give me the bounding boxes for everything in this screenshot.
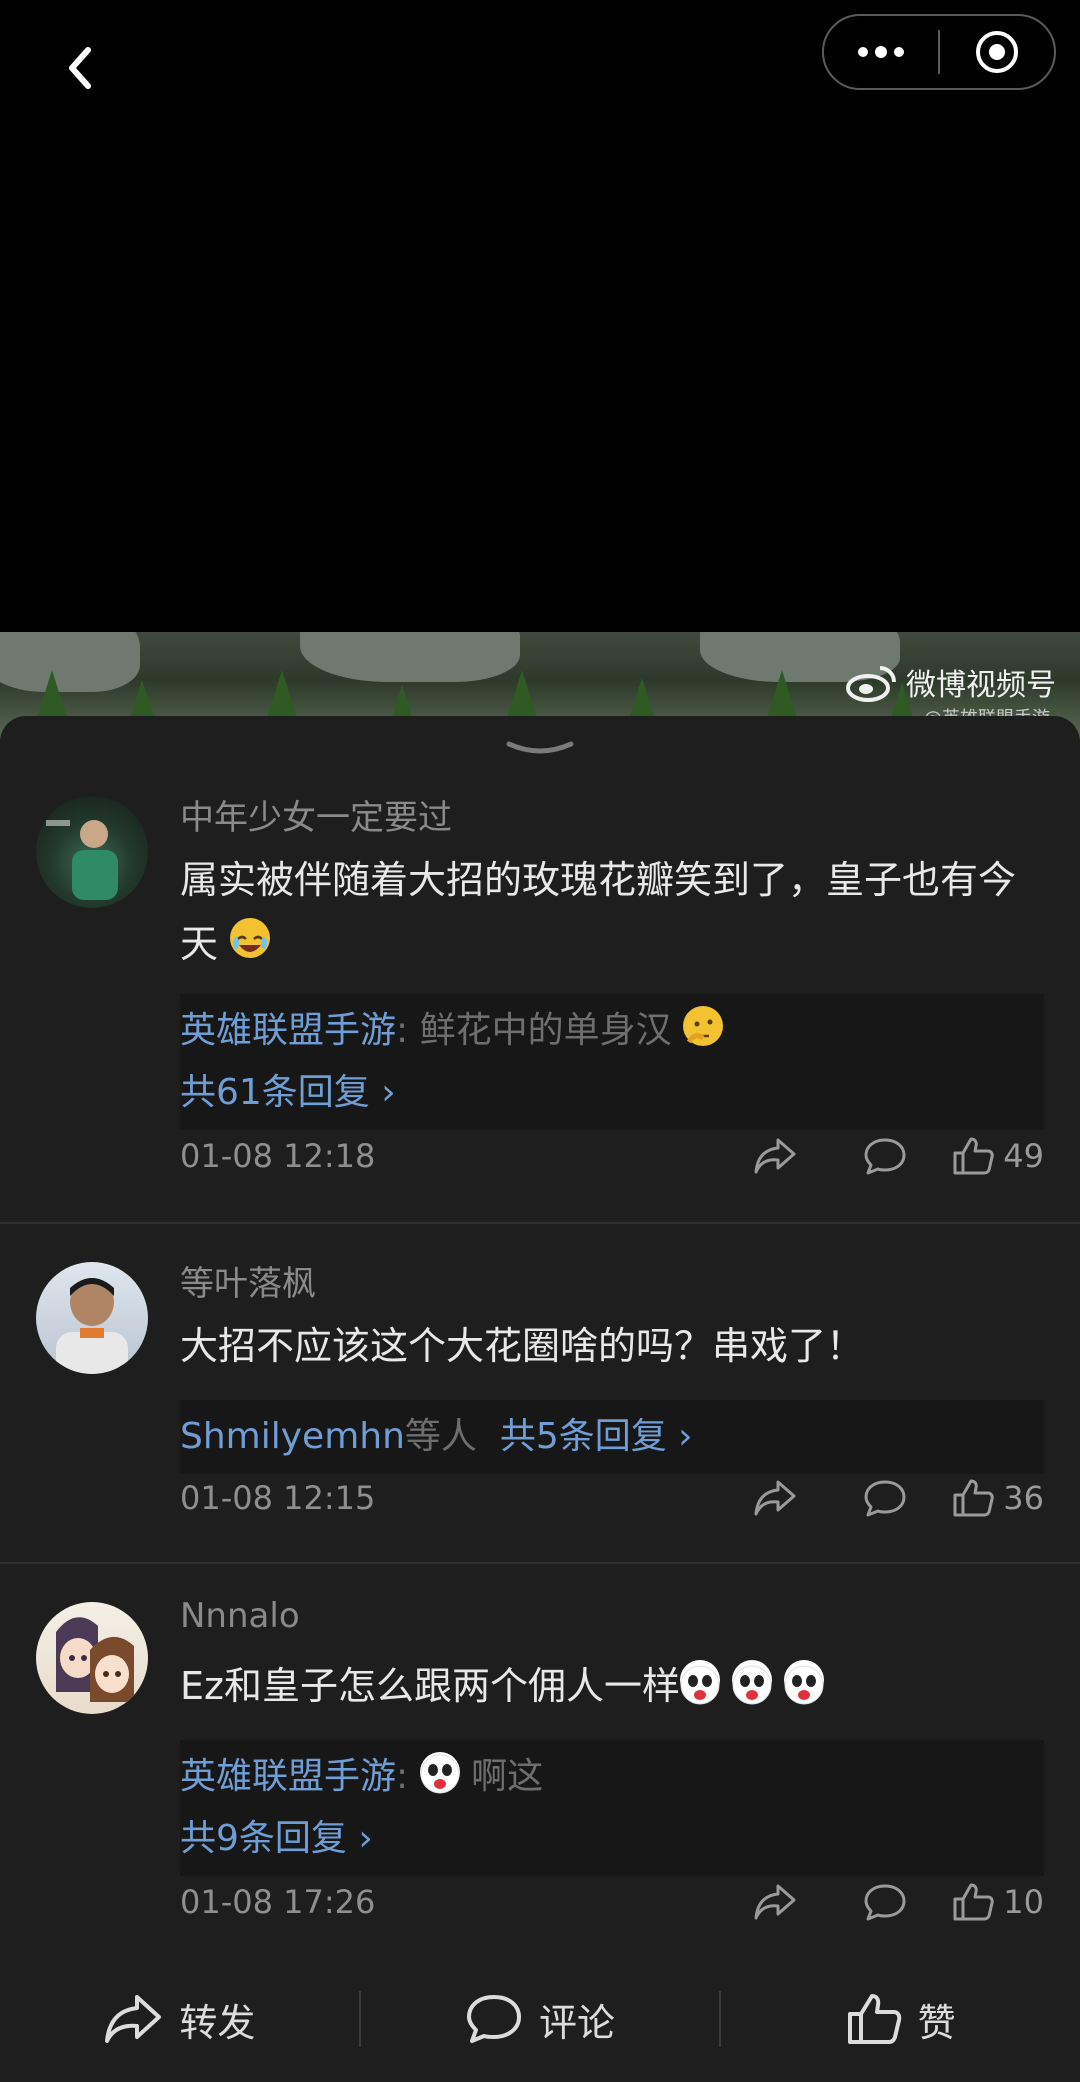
share-icon xyxy=(754,1884,796,1920)
reply-author[interactable]: Shmilyemhn xyxy=(180,1416,405,1457)
thumbs-up-icon xyxy=(953,1479,995,1517)
collapse-handle[interactable] xyxy=(505,738,575,758)
bottom-action-bar: 转发 评论 赞 xyxy=(0,1956,1080,2082)
reply-count-link[interactable]: 共5条回复 xyxy=(500,1416,667,1457)
comment-time: 01-08 12:15 xyxy=(180,1479,376,1517)
comment-time: 01-08 12:18 xyxy=(180,1137,376,1175)
like-label: 赞 xyxy=(917,2000,956,2045)
like-count: 49 xyxy=(1003,1137,1044,1175)
weibo-logo-icon xyxy=(846,666,896,702)
like-button[interactable]: 49 xyxy=(940,1135,1044,1177)
chevron-down-icon xyxy=(506,741,574,754)
like-button[interactable]: 36 xyxy=(940,1477,1044,1519)
comment-username[interactable]: Nnnalo xyxy=(180,1596,300,1636)
avatar[interactable] xyxy=(36,1602,148,1714)
thinking-emoji-icon xyxy=(683,1006,724,1046)
reply-preview[interactable]: 英雄联盟手游: 啊这 共9条回复 › xyxy=(180,1740,1044,1876)
more-button[interactable] xyxy=(824,16,938,88)
share-icon xyxy=(105,1995,162,2043)
back-arrow-icon xyxy=(69,47,91,89)
video-player[interactable] xyxy=(0,0,1080,740)
forward-button[interactable]: 转发 xyxy=(0,1992,359,2047)
comment-time: 01-08 17:26 xyxy=(180,1883,376,1921)
more-dots-icon xyxy=(858,46,904,58)
comment-panel: 中年少女一定要过 属实被伴随着大招的玫瑰花瓣笑到了，皇子也有今天 英雄联盟手游:… xyxy=(0,716,1080,2082)
comment-text: Ez和皇子怎么跟两个佣人一样 xyxy=(180,1654,1040,1718)
doge-emoji-icon xyxy=(419,1752,460,1794)
forward-label: 转发 xyxy=(179,2000,256,2045)
doge-emoji-icon xyxy=(732,1660,773,1705)
reply-text: 鲜花中的单身汉 xyxy=(419,1010,672,1051)
divider xyxy=(0,1562,1080,1564)
like-button[interactable]: 赞 xyxy=(721,1992,1080,2047)
close-capsule-button[interactable] xyxy=(940,16,1054,88)
video-watermark: 微博视频号 xyxy=(846,660,1056,704)
chevron-right-icon: › xyxy=(666,1416,693,1457)
comment-bubble-icon xyxy=(864,1884,906,1921)
comment-meta: 01-08 12:15 36 xyxy=(180,1468,1044,1528)
doge-emoji-icon xyxy=(679,1660,720,1705)
mini-program-capsule xyxy=(822,14,1056,90)
reply-author[interactable]: 英雄联盟手游 xyxy=(180,1010,396,1051)
thumbs-up-icon xyxy=(953,1137,995,1175)
share-button[interactable] xyxy=(720,1136,830,1176)
reply-button[interactable] xyxy=(830,1136,940,1176)
reply-text: 啊这 xyxy=(471,1756,544,1797)
comment-bubble-icon xyxy=(864,1138,906,1175)
like-button[interactable]: 10 xyxy=(940,1881,1044,1923)
share-icon xyxy=(754,1480,796,1516)
reply-preview[interactable]: 英雄联盟手游: 鲜花中的单身汉 共61条回复 › xyxy=(180,994,1044,1130)
divider xyxy=(0,1222,1080,1224)
reply-button[interactable] xyxy=(830,1478,940,1518)
comment-text: 大招不应该这个大花圈啥的吗？串戏了！ xyxy=(180,1324,865,1368)
comment-bubble-icon xyxy=(864,1480,906,1517)
reply-author[interactable]: 英雄联盟手游 xyxy=(180,1756,396,1797)
comment-username[interactable]: 等叶落枫 xyxy=(180,1256,316,1305)
like-count: 36 xyxy=(1003,1479,1044,1517)
share-icon xyxy=(754,1138,796,1174)
doge-emoji-icon xyxy=(784,1660,825,1705)
avatar[interactable] xyxy=(36,796,148,908)
thumbs-up-icon xyxy=(847,1994,901,2044)
thumbs-up-icon xyxy=(953,1883,995,1921)
like-count: 10 xyxy=(1003,1883,1044,1921)
chevron-right-icon: › xyxy=(346,1818,373,1859)
chevron-right-icon: › xyxy=(369,1072,396,1113)
reply-count-link[interactable]: 共9条回复 xyxy=(180,1818,347,1859)
reply-button[interactable] xyxy=(830,1882,940,1922)
record-circle-icon xyxy=(976,31,1018,73)
comment-label: 评论 xyxy=(539,2000,616,2045)
comment-bubble-icon xyxy=(467,1995,521,2043)
reply-preview[interactable]: Shmilyemhn等人 共5条回复 › xyxy=(180,1400,1044,1474)
share-button[interactable] xyxy=(720,1478,830,1518)
comment-meta: 01-08 17:26 10 xyxy=(180,1872,1044,1932)
back-button[interactable] xyxy=(52,40,108,96)
comment-meta: 01-08 12:18 49 xyxy=(180,1126,1044,1186)
share-button[interactable] xyxy=(720,1882,830,1922)
watermark-brand: 微博视频号 xyxy=(906,668,1056,703)
comment-username[interactable]: 中年少女一定要过 xyxy=(180,790,452,839)
reply-count-link[interactable]: 共61条回复 xyxy=(180,1072,370,1113)
laugh-emoji-icon xyxy=(230,918,271,958)
avatar[interactable] xyxy=(36,1262,148,1374)
comment-button[interactable]: 评论 xyxy=(361,1992,720,2047)
comment-text: 属实被伴随着大招的玫瑰花瓣笑到了，皇子也有今天 xyxy=(180,858,1017,966)
